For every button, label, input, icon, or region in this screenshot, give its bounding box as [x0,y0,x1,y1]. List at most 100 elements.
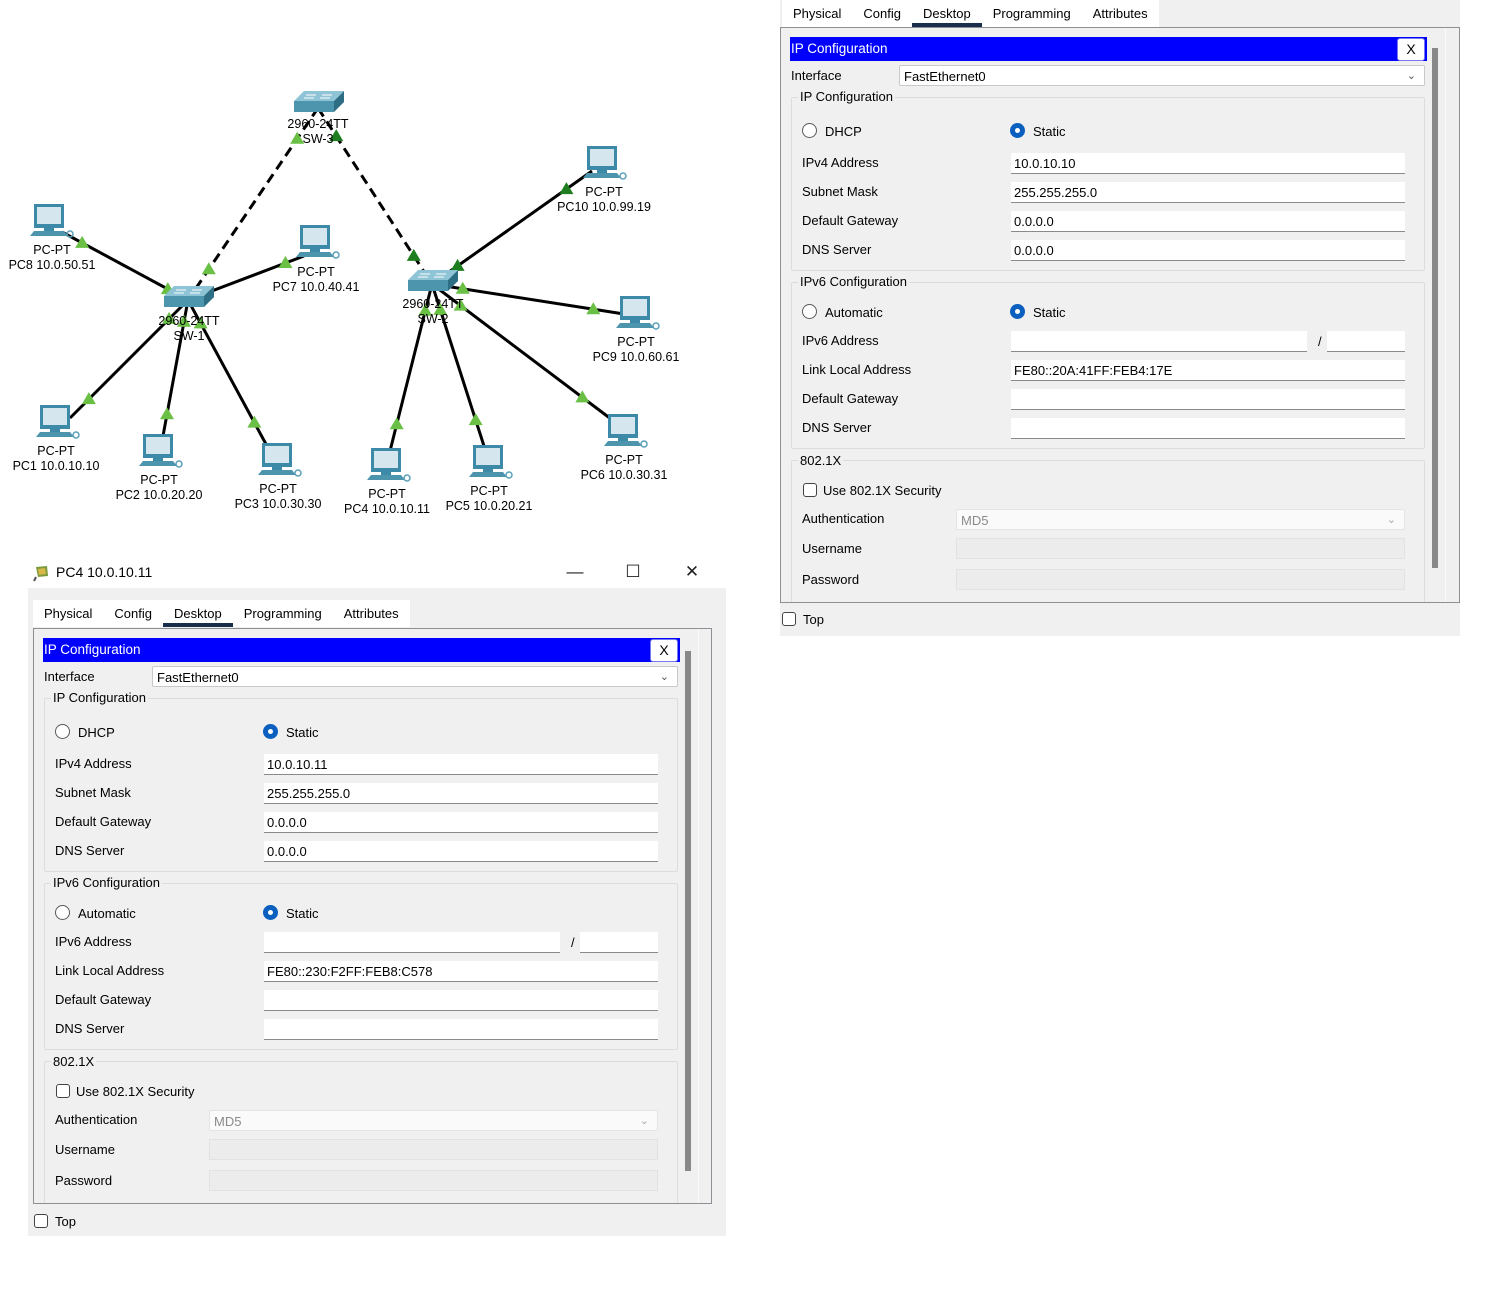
link-status-indicator [160,407,174,420]
close-ip-config-button[interactable]: X [650,639,678,662]
static-ipv4-radio[interactable] [263,724,278,739]
static-ipv6-label[interactable]: Static [1033,305,1066,320]
minimize-button[interactable]: — [560,560,590,584]
topology-canvas[interactable]: 2960-24TT SW-3 2960-24TT SW-1 2960-24TT SW-2 P… [0,0,780,540]
pc-type: PC-PT [605,453,643,467]
pc-icon[interactable] [139,434,183,468]
ipv6-prefix-input[interactable] [1327,331,1405,352]
top-label[interactable]: Top [803,612,824,627]
static-ipv6-label[interactable]: Static [286,906,319,921]
username-input[interactable] [209,1139,658,1160]
pc-icon[interactable] [469,445,513,479]
dns-server-input[interactable]: 0.0.0.0 [1011,240,1405,261]
pc-icon[interactable] [296,225,340,259]
scrollbar-track [1445,28,1446,602]
ipv6-group-title: IPv6 Configuration [798,274,909,289]
ipv6-prefix-input[interactable] [580,932,658,953]
authentication-value: MD5 [961,513,989,528]
pc-icon[interactable] [258,443,302,477]
dhcp-radio[interactable] [802,123,817,138]
password-input[interactable] [956,569,1405,590]
pc-label: PC-PT PC8 10.0.50.51 [9,243,96,273]
ipv6-address-input[interactable] [1011,331,1307,352]
username-input[interactable] [956,538,1405,559]
close-window-button[interactable]: ✕ [677,560,707,584]
authentication-select[interactable]: MD5 ⌄ [209,1110,658,1131]
use-dot1x-checkbox[interactable] [803,483,817,497]
chevron-down-icon: ⌄ [659,671,669,683]
scrollbar-thumb[interactable] [685,651,691,1171]
top-checkbox[interactable] [782,612,796,626]
interface-select[interactable]: FastEthernet0 ⌄ [152,666,678,687]
static-ipv4-label[interactable]: Static [286,725,319,740]
pc-icon[interactable] [604,414,648,448]
automatic-ipv6-label[interactable]: Automatic [78,906,136,921]
ipv4-address-input[interactable]: 10.0.10.11 [264,754,658,775]
static-ipv6-radio[interactable] [1010,304,1025,319]
static-ipv6-radio[interactable] [263,905,278,920]
automatic-ipv6-label[interactable]: Automatic [825,305,883,320]
authentication-select[interactable]: MD5 ⌄ [956,509,1405,530]
default-gateway-input[interactable]: 0.0.0.0 [1011,211,1405,232]
subnet-mask-input[interactable]: 255.255.255.0 [1011,182,1405,203]
authentication-value: MD5 [214,1114,242,1129]
pc-icon[interactable] [367,448,411,482]
tab-config[interactable]: Config [103,600,163,627]
tab-attributes[interactable]: Attributes [333,600,410,627]
tab-desktop[interactable]: Desktop [912,0,982,27]
use-dot1x-label[interactable]: Use 802.1X Security [76,1084,195,1099]
default-gateway-input[interactable]: 0.0.0.0 [264,812,658,833]
interface-select[interactable]: FastEthernet0 ⌄ [899,65,1425,86]
ipv6-address-label: IPv6 Address [802,333,879,348]
desktop-frame: IP Configuration X Interface FastEthernet0 ⌄… [33,628,712,1204]
switch-icon[interactable] [294,91,344,112]
tab-config[interactable]: Config [852,0,912,27]
dns-server-input[interactable]: 0.0.0.0 [264,841,658,862]
pc-type: PC-PT [617,335,655,349]
scrollbar-thumb[interactable] [1432,48,1438,568]
password-input[interactable] [209,1170,658,1191]
ipv4-address-input[interactable]: 10.0.10.10 [1011,153,1405,174]
pc-label: PC-PT PC5 10.0.20.21 [446,484,533,514]
username-label: Username [55,1142,115,1157]
pc-name-ip: PC1 10.0.10.10 [12,459,100,473]
tab-physical[interactable]: Physical [33,600,103,627]
static-ipv4-radio[interactable] [1010,123,1025,138]
ipv6-dns-server-input[interactable] [264,1019,658,1040]
dot1x-group-title: 802.1X [798,453,844,468]
ipv6-dns-server-input[interactable] [1011,418,1405,439]
pc-label: PC-PT PC7 10.0.40.41 [273,265,360,295]
automatic-ipv6-radio[interactable] [55,905,70,920]
switch-icon[interactable] [164,286,214,307]
dhcp-label[interactable]: DHCP [78,725,115,740]
top-label[interactable]: Top [55,1214,76,1229]
chevron-down-icon: ⌄ [1386,514,1396,526]
subnet-mask-input[interactable]: 255.255.255.0 [264,783,658,804]
pc-icon[interactable] [36,405,80,439]
link-local-address-input[interactable]: FE80::230:F2FF:FEB8:C578 [264,961,658,982]
pc-icon[interactable] [30,204,74,238]
ip-config-title: IP Configuration [791,41,888,56]
link-local-address-input[interactable]: FE80::20A:41FF:FEB4:17E [1011,360,1405,381]
ipv6-address-input[interactable] [264,932,560,953]
maximize-button[interactable]: ☐ [618,560,648,584]
pc-icon[interactable] [616,296,660,330]
pc-icon[interactable] [583,146,627,180]
tab-desktop[interactable]: Desktop [163,600,233,627]
tab-attributes[interactable]: Attributes [1082,0,1159,27]
use-dot1x-checkbox[interactable] [56,1084,70,1098]
close-ip-config-button[interactable]: X [1397,38,1425,61]
ipv6-default-gateway-input[interactable] [264,990,658,1011]
ipv4-group-title: IP Configuration [798,89,895,104]
switch-icon[interactable] [408,270,458,291]
ipv6-default-gateway-input[interactable] [1011,389,1405,410]
tab-programming[interactable]: Programming [233,600,333,627]
static-ipv4-label[interactable]: Static [1033,124,1066,139]
automatic-ipv6-radio[interactable] [802,304,817,319]
dhcp-radio[interactable] [55,724,70,739]
tab-physical[interactable]: Physical [782,0,852,27]
use-dot1x-label[interactable]: Use 802.1X Security [823,483,942,498]
tab-programming[interactable]: Programming [982,0,1082,27]
top-checkbox[interactable] [34,1214,48,1228]
dhcp-label[interactable]: DHCP [825,124,862,139]
